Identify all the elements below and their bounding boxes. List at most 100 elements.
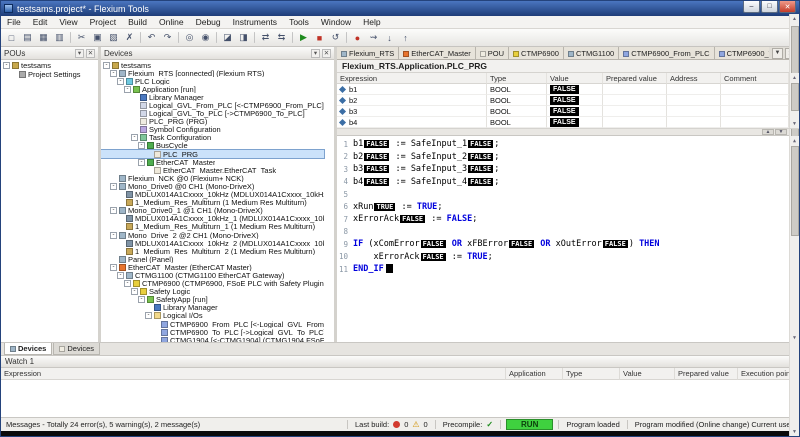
watch-column-header[interactable]: Expression [1, 368, 506, 380]
editor-tab[interactable]: EtherCAT_Master [399, 47, 475, 59]
paste-icon[interactable]: ▧ [106, 30, 121, 45]
device-tree-item[interactable]: Logical_GVL_To_PLC [->CTMP6900_To_PLC] [101, 110, 324, 118]
toolbar-icon[interactable] [178, 32, 179, 43]
toolbar-icon[interactable] [216, 32, 217, 43]
dock-tab[interactable]: Devices [53, 343, 100, 355]
declaration-scrollbar[interactable]: ▲ ▼ [789, 73, 799, 128]
device-tree-item[interactable]: Flexium_RTS [connected] (Flexium RTS) [101, 69, 324, 77]
expander-icon[interactable] [138, 159, 145, 166]
expander-icon[interactable] [131, 134, 138, 141]
editor-tab[interactable]: CTMP6900_From_PLC [619, 47, 714, 59]
expander-icon[interactable] [145, 312, 152, 319]
device-tree-item[interactable]: 1_Medium_Res_Multiturn_1 (1 Medium Res M… [101, 223, 324, 231]
device-tree-item[interactable]: Flexium_NCK @0 (Flexium+ NCK) [101, 174, 324, 182]
toolbar-icon[interactable] [346, 32, 347, 43]
delete-icon[interactable]: ✗ [122, 30, 137, 45]
copy-icon[interactable]: ▣ [90, 30, 105, 45]
scroll-down-icon[interactable]: ▼ [792, 427, 797, 436]
device-tree-item[interactable]: 1_Medium_Res_Multiturn_2 (1 Medium Res M… [101, 247, 324, 255]
scroll-down-icon[interactable]: ▼ [793, 333, 796, 342]
device-tree-item[interactable]: CTMP6900 (CTMP6900, FSoE PLC with Safety… [101, 280, 324, 288]
editor-tab[interactable]: POU [476, 47, 509, 59]
device-tree-item[interactable]: Symbol Configuration [101, 126, 324, 134]
pou-tree-item[interactable]: Project Settings [1, 70, 98, 79]
print-icon[interactable]: ▥ [52, 30, 67, 45]
device-tree-item[interactable]: PLC_PRG [101, 150, 324, 158]
reset-icon[interactable]: ↺ [328, 30, 343, 45]
menu-item[interactable]: View [53, 16, 83, 28]
expander-icon[interactable] [124, 280, 131, 287]
splitter-down-icon[interactable]: ▼ [775, 129, 787, 135]
cut-icon[interactable]: ✂ [74, 30, 89, 45]
expander-icon[interactable] [138, 142, 145, 149]
panel-close-icon[interactable]: ✕ [322, 49, 331, 58]
device-tree-item[interactable]: Safety Logic [101, 288, 324, 296]
declaration-row[interactable]: b2 BOOL FALSE [337, 95, 789, 106]
expander-icon[interactable] [124, 86, 131, 93]
dock-tab[interactable]: Devices [4, 343, 52, 355]
declaration-row[interactable]: b4 BOOL FALSE [337, 117, 789, 128]
expander-icon[interactable] [110, 183, 117, 190]
scroll-up-icon[interactable]: ▲ [793, 136, 796, 145]
watch-body[interactable] [1, 380, 799, 417]
watch-column-header[interactable]: Type [563, 368, 620, 380]
toolbar-icon[interactable] [140, 32, 141, 43]
logout-icon[interactable]: ⇆ [274, 30, 289, 45]
find-icon[interactable]: ◎ [182, 30, 197, 45]
toolbar-icon[interactable] [292, 32, 293, 43]
menu-item[interactable]: Build [122, 16, 153, 28]
device-tree-item[interactable]: EtherCAT_Master.EtherCAT_Task [101, 166, 324, 174]
expander-icon[interactable] [3, 62, 10, 69]
device-tree-item[interactable]: CTMP6900_To_PLC [->Logical_GVL_To_PLC] (… [101, 328, 324, 336]
menu-item[interactable]: File [1, 16, 27, 28]
watch-column-header[interactable]: Application [506, 368, 563, 380]
expander-icon[interactable] [110, 232, 117, 239]
device-tree-item[interactable]: Logical I/Os [101, 312, 324, 320]
expander-icon[interactable] [117, 78, 124, 85]
replace-icon[interactable]: ◉ [198, 30, 213, 45]
editor-tab[interactable]: CTMP6900_To_PLC [715, 47, 769, 59]
step-out-icon[interactable]: ↑ [398, 30, 413, 45]
scrollbar-thumb[interactable] [791, 83, 799, 111]
device-tree-item[interactable]: Library Manager [101, 93, 324, 101]
device-tree-item[interactable]: 1_Medium_Res_Multiturn (1 Medium Res Mul… [101, 199, 324, 207]
expander-icon[interactable] [110, 207, 117, 214]
step-into-icon[interactable]: ↓ [382, 30, 397, 45]
expander-icon[interactable] [110, 264, 117, 271]
device-tree-item[interactable]: PLC_PRG (PRG) [101, 118, 324, 126]
toolbar-icon[interactable] [70, 32, 71, 43]
save-icon[interactable]: ▦ [36, 30, 51, 45]
device-tree-item[interactable]: BusCycle [101, 142, 324, 150]
new-file-icon[interactable]: □ [4, 30, 19, 45]
undo-icon[interactable]: ↶ [144, 30, 159, 45]
device-tree-item[interactable]: CTMG1904 [<-CTMG1904] (CTMG1904 FSoE Mes… [101, 336, 324, 342]
declaration-row[interactable]: b1 BOOL FALSE [337, 84, 789, 95]
editor-splitter[interactable]: ▲▼ [337, 129, 799, 136]
declaration-row[interactable]: b3 BOOL FALSE [337, 106, 789, 117]
declaration-column-header[interactable]: Expression [337, 73, 487, 84]
panel-menu-icon[interactable]: ▾ [75, 49, 84, 58]
device-tree-item[interactable]: Mono_Drive0 @0 CH1 (Mono-DriveX) [101, 182, 324, 190]
declaration-column-header[interactable]: Address [667, 73, 721, 84]
code-editor[interactable]: 1b1FALSE := SafeInput_1FALSE;2b2FALSE :=… [337, 136, 799, 342]
redo-icon[interactable]: ↷ [160, 30, 175, 45]
expander-icon[interactable] [110, 70, 117, 77]
maximize-button[interactable]: □ [761, 1, 778, 13]
scrollbar-thumb[interactable] [791, 146, 799, 236]
device-tree-item[interactable]: Library Manager [101, 304, 324, 312]
scroll-down-icon[interactable]: ▼ [792, 119, 797, 128]
device-tree-item[interactable]: Task Configuration [101, 134, 324, 142]
device-tree-item[interactable]: MDLUX014A1Cxxxx_10kHz (MDLUX014A1Cxxxx_1… [101, 191, 324, 199]
menu-item[interactable]: Instruments [227, 16, 283, 28]
watch-column-header[interactable]: Prepared value [675, 368, 738, 380]
device-tree-item[interactable]: CTMG1100 (CTMG1100 EtherCAT Gateway) [101, 271, 324, 279]
device-tree-item[interactable]: Mono_Drive_2 @2 CH1 (Mono-DriveX) [101, 231, 324, 239]
editor-tab[interactable]: CTMP6900 [509, 47, 564, 59]
device-tree-item[interactable]: PLC Logic [101, 77, 324, 85]
scroll-up-icon[interactable]: ▲ [792, 73, 797, 82]
declaration-column-header[interactable]: Type [487, 73, 547, 84]
close-button[interactable]: ✕ [779, 1, 796, 13]
open-project-icon[interactable]: ▤ [20, 30, 35, 45]
menu-item[interactable]: Online [153, 16, 190, 28]
device-tree-item[interactable]: Application [run] [101, 85, 324, 93]
